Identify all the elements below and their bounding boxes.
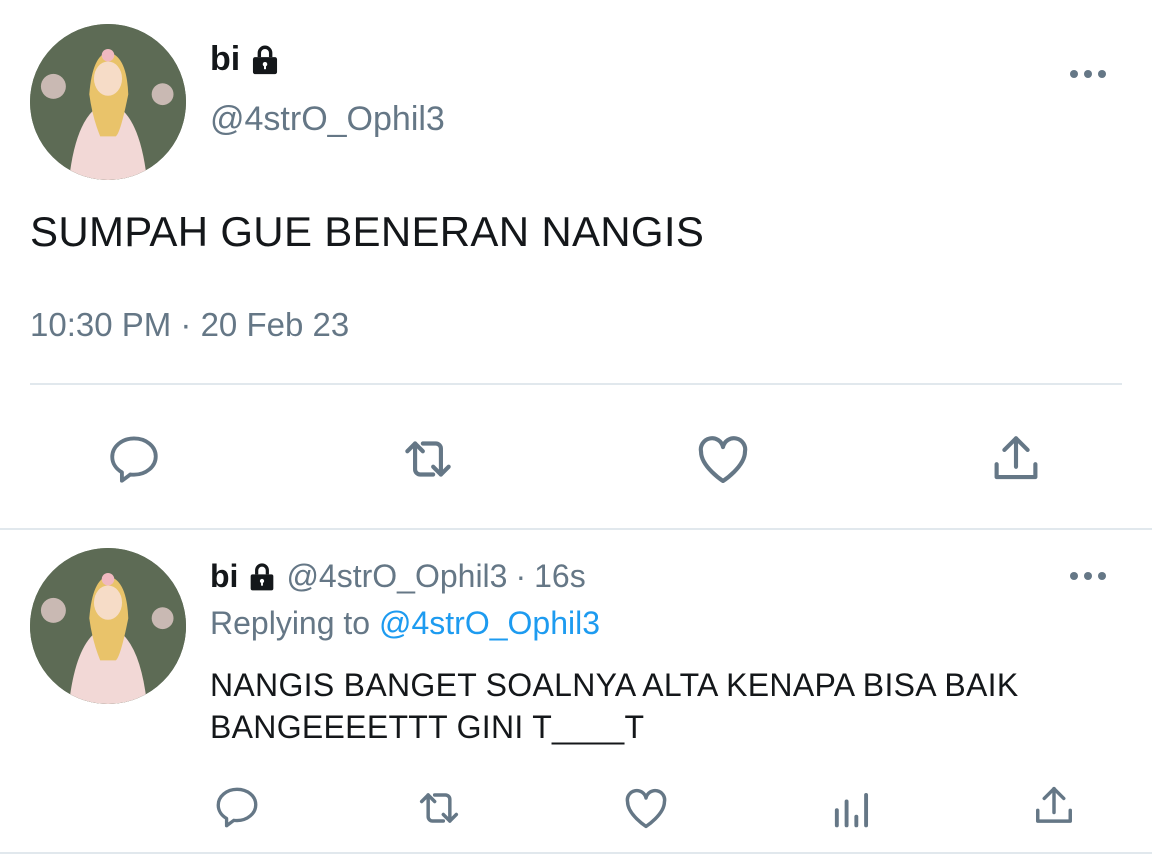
meta-separator: · xyxy=(515,558,527,594)
replying-to-label: Replying to xyxy=(210,605,371,641)
analytics-icon[interactable] xyxy=(826,782,878,834)
lock-icon xyxy=(248,43,282,77)
retweet-icon[interactable] xyxy=(413,782,465,834)
tweet-timestamp[interactable]: 10:30 PM · 20 Feb 23 xyxy=(30,306,349,344)
tweet-text: SUMPAH GUE BENERAN NANGIS xyxy=(30,208,705,255)
share-icon[interactable] xyxy=(985,428,1047,490)
more-options-icon[interactable] xyxy=(1070,70,1106,78)
lock-icon xyxy=(246,561,278,593)
reply-text: NANGIS BANGET SOALNYA ALTA KENAPA BISA B… xyxy=(210,667,1019,745)
share-icon[interactable] xyxy=(1028,780,1080,832)
reply-author-handle[interactable]: @4strO_Ophil3 xyxy=(286,558,507,595)
retweet-icon[interactable] xyxy=(397,428,459,490)
divider xyxy=(30,383,1122,385)
reply-author-avatar[interactable] xyxy=(30,548,186,704)
author-handle[interactable]: @4strO_Ophil3 xyxy=(210,100,445,139)
reply-icon[interactable] xyxy=(212,782,262,832)
reply-icon[interactable] xyxy=(105,430,163,488)
like-icon[interactable] xyxy=(692,428,754,490)
reply-age[interactable]: 16s xyxy=(534,558,586,595)
reply-more-options-icon[interactable] xyxy=(1070,572,1106,580)
reply-author-name[interactable]: bi xyxy=(210,558,238,595)
author-name[interactable]: bi xyxy=(210,40,240,79)
bottom-divider xyxy=(0,852,1152,854)
section-divider xyxy=(0,528,1152,530)
author-avatar[interactable] xyxy=(30,24,186,180)
like-icon[interactable] xyxy=(620,782,672,834)
replying-to-handle-link[interactable]: @4strO_Ophil3 xyxy=(379,605,600,641)
